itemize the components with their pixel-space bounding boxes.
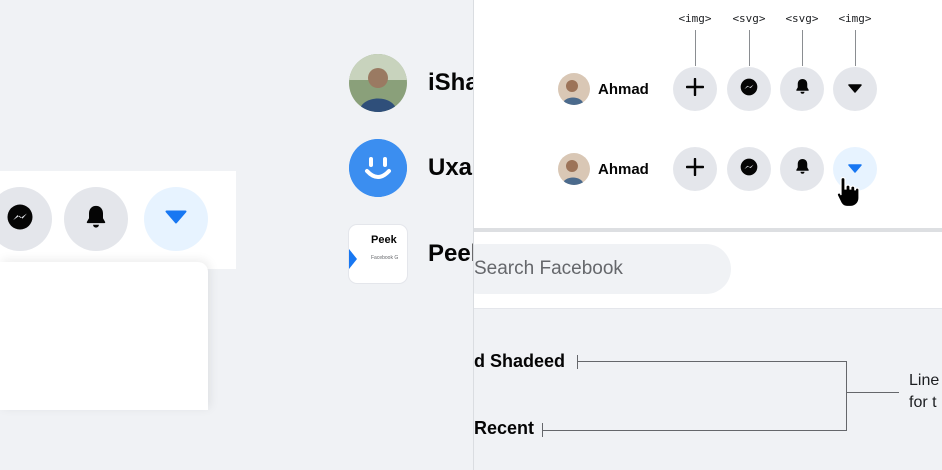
create-button[interactable] <box>673 67 717 111</box>
messenger-icon <box>739 157 759 182</box>
tag-pointer-line <box>749 30 750 66</box>
messenger-icon <box>739 77 759 102</box>
avatar <box>349 54 407 112</box>
profile-chip[interactable]: Ahmad <box>558 153 649 185</box>
messenger-icon <box>5 202 35 237</box>
tag-pointer-line <box>855 30 856 66</box>
plus-icon <box>685 157 705 181</box>
list-item[interactable]: iSha <box>349 54 473 112</box>
peeks-logo-text: Peek <box>371 234 397 246</box>
notifications-button[interactable] <box>780 147 824 191</box>
bell-icon <box>82 203 110 236</box>
bracket-vertical <box>846 361 847 431</box>
label-name: d Shadeed <box>474 351 566 371</box>
bell-icon <box>793 157 812 181</box>
tag-pointer-line <box>802 30 803 66</box>
search-placeholder: Search Facebook <box>474 258 623 279</box>
peeks-logo-icon: Peek Facebook G <box>349 225 407 283</box>
annotation-line: Line <box>909 372 940 389</box>
caret-down-icon <box>165 210 187 229</box>
caret-down-icon <box>848 80 862 98</box>
bracket-line <box>577 361 846 362</box>
search-input[interactable]: Search Facebook <box>474 244 731 294</box>
list-item-label: Uxal <box>428 154 473 181</box>
bracket-pointer <box>846 392 899 393</box>
list-item-label: Peel <box>428 240 473 267</box>
smiley-logo-icon <box>349 139 407 197</box>
annotation-note: Line for t <box>909 370 939 414</box>
notifications-button[interactable] <box>780 67 824 111</box>
left-panel: iSha Uxal Peek Facebook G Peel <box>0 0 473 470</box>
notifications-button[interactable] <box>64 187 128 251</box>
avatar <box>558 73 590 105</box>
account-menu-button[interactable] <box>144 187 208 251</box>
plus-icon <box>685 77 705 101</box>
messenger-button[interactable] <box>727 147 771 191</box>
tag-label: <img> <box>838 12 872 25</box>
right-panel: <img> <svg> <svg> <img> Ahmad Ahmad Sear… <box>473 0 942 470</box>
list-item[interactable]: Peek Facebook G Peel <box>349 225 473 283</box>
create-button[interactable] <box>673 147 717 191</box>
bracket-tick <box>577 355 578 369</box>
bell-icon <box>793 77 812 101</box>
tag-label: <svg> <box>785 12 819 25</box>
tag-pointer-line <box>695 30 696 66</box>
annotated-header-preview <box>474 0 942 228</box>
bracket-line <box>542 430 846 431</box>
profile-name: Ahmad <box>598 80 649 98</box>
hand-cursor-icon <box>836 175 862 214</box>
profile-chip[interactable]: Ahmad <box>558 73 649 105</box>
list-item[interactable]: Uxal <box>349 139 473 197</box>
tag-label: <img> <box>678 12 712 25</box>
tag-label: <svg> <box>732 12 766 25</box>
list-item-label: iSha <box>428 69 473 96</box>
annotation-line: for t <box>909 394 937 411</box>
label-recent: Recent <box>474 418 535 438</box>
peeks-logo-subtext: Facebook G <box>371 255 399 261</box>
avatar <box>558 153 590 185</box>
account-dropdown-panel <box>0 262 208 410</box>
account-menu-button[interactable] <box>833 67 877 111</box>
profile-name: Ahmad <box>598 160 649 178</box>
messenger-button[interactable] <box>727 67 771 111</box>
